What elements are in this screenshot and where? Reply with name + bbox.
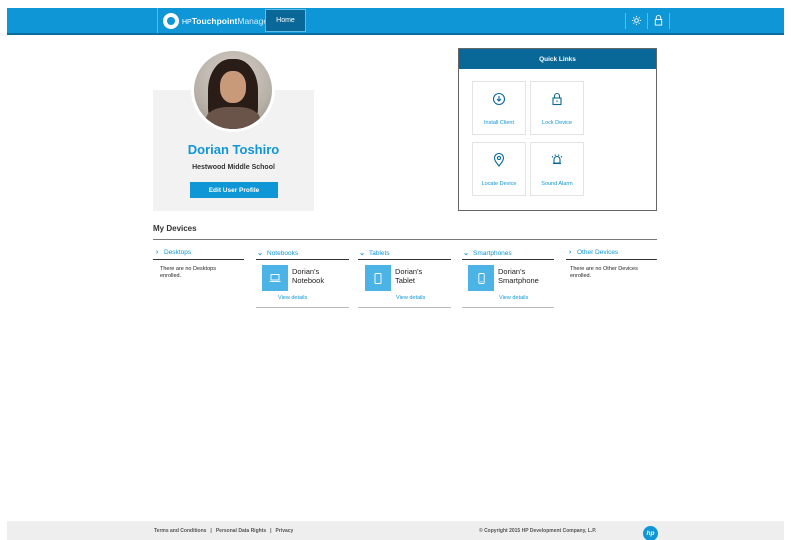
avatar-body [206, 107, 260, 129]
laptop-icon [269, 274, 281, 282]
hp-logo-icon: hp [643, 526, 658, 540]
column-label: Tablets [369, 249, 390, 257]
lock-icon [654, 15, 663, 26]
column-label: Smartphones [473, 249, 512, 257]
quick-links-panel: Quick Links Install Client Lock Device L… [458, 48, 657, 211]
view-details-link[interactable]: View details [499, 295, 528, 301]
my-devices-divider [153, 239, 657, 240]
device-card-smartphone[interactable]: Dorian's Smartphone View details [468, 265, 554, 307]
app-title: HP Touchpoint Manager [182, 16, 271, 26]
smartphone-icon [477, 272, 485, 284]
copyright-text: © Copyright 2015 HP Development Company,… [479, 527, 597, 534]
device-name: Dorian's Smartphone [498, 267, 539, 285]
quick-link-label: Locate Device [481, 181, 517, 187]
column-divider [256, 259, 349, 260]
empty-desktops-message: There are no Desktops enrolled. [160, 266, 216, 279]
tablet-icon [374, 272, 382, 284]
chevron-right-icon: › [155, 249, 159, 256]
lock-button[interactable] [647, 12, 669, 29]
alarm-bell-icon [551, 154, 563, 165]
empty-other-devices-message: There are no Other Devices enrolled. [570, 266, 638, 279]
device-card-tablet[interactable]: Dorian's Tablet View details [365, 265, 451, 307]
edit-user-profile-button[interactable]: Edit User Profile [190, 182, 278, 198]
footer-separator: | [270, 527, 272, 534]
devices-column-tablets[interactable]: ⌄ Tablets [358, 249, 390, 258]
device-card-divider [256, 307, 349, 308]
devices-column-desktops[interactable]: › Desktops [153, 249, 191, 256]
device-icon-tile [365, 265, 391, 291]
personal-data-rights-link[interactable]: Personal Data Rights [216, 528, 266, 534]
column-divider [153, 259, 244, 260]
terms-link[interactable]: Terms and Conditions [154, 528, 206, 534]
column-divider [462, 259, 554, 260]
device-icon-tile [468, 265, 494, 291]
column-divider [358, 259, 451, 260]
view-details-link[interactable]: View details [278, 295, 307, 301]
column-label: Notebooks [267, 249, 299, 257]
app-brand[interactable]: HP Touchpoint Manager [157, 8, 271, 33]
devices-column-other-devices[interactable]: › Other Devices [566, 249, 618, 256]
device-card-notebook[interactable]: Dorian's Notebook View details [262, 265, 348, 307]
location-pin-icon [493, 153, 505, 167]
column-label: Desktops [164, 249, 192, 256]
quick-link-label: Install Client [484, 120, 514, 126]
privacy-link[interactable]: Privacy [276, 528, 294, 534]
quick-link-sound-alarm[interactable]: Sound Alarm [530, 142, 584, 196]
hp-touchpoint-logo-icon [163, 12, 179, 29]
quick-link-locate-device[interactable]: Locate Device [472, 142, 526, 196]
brand-touchpoint-text: Touchpoint [191, 15, 238, 26]
quick-link-label: Lock Device [542, 120, 572, 126]
top-nav-bar: HP Touchpoint Manager Home [7, 8, 784, 33]
column-label: Other Devices [577, 249, 619, 256]
padlock-icon [552, 92, 562, 106]
chevron-down-icon: ⌄ [359, 250, 365, 257]
settings-button[interactable] [625, 12, 647, 29]
device-card-divider [462, 307, 554, 308]
top-icon-divider [669, 12, 670, 29]
top-icon-group [625, 8, 670, 33]
quick-link-install-client[interactable]: Install Client [472, 81, 526, 135]
my-devices-title: My Devices [153, 224, 197, 233]
view-details-link[interactable]: View details [396, 295, 425, 301]
column-divider [566, 259, 657, 260]
user-name: Dorian Toshiro [187, 142, 280, 157]
page-footer: Terms and Conditions | Personal Data Rig… [7, 521, 784, 540]
settings-gear-icon [631, 15, 642, 26]
device-name: Dorian's Tablet [395, 267, 423, 285]
quick-link-lock-device[interactable]: Lock Device [530, 81, 584, 135]
download-circle-icon [492, 92, 506, 106]
avatar-face [220, 71, 246, 103]
devices-column-smartphones[interactable]: ⌄ Smartphones [462, 249, 512, 258]
brand-hp-text: HP [182, 18, 192, 26]
device-card-divider [358, 307, 451, 308]
devices-column-notebooks[interactable]: ⌄ Notebooks [256, 249, 299, 258]
avatar [191, 48, 275, 132]
tab-home[interactable]: Home [265, 9, 306, 32]
chevron-down-icon: ⌄ [257, 250, 263, 257]
device-name: Dorian's Notebook [292, 267, 325, 285]
top-nav-underline [7, 33, 784, 35]
school-name: Hestwood Middle School [192, 164, 275, 171]
avatar-photo [194, 51, 272, 129]
quick-link-label: Sound Alarm [541, 181, 573, 187]
chevron-right-icon: › [568, 249, 572, 256]
device-icon-tile [262, 265, 288, 291]
footer-separator: | [210, 527, 212, 534]
quick-links-title: Quick Links [459, 49, 656, 69]
chevron-down-icon: ⌄ [463, 250, 469, 257]
footer-links: Terms and Conditions | Personal Data Rig… [154, 521, 293, 540]
